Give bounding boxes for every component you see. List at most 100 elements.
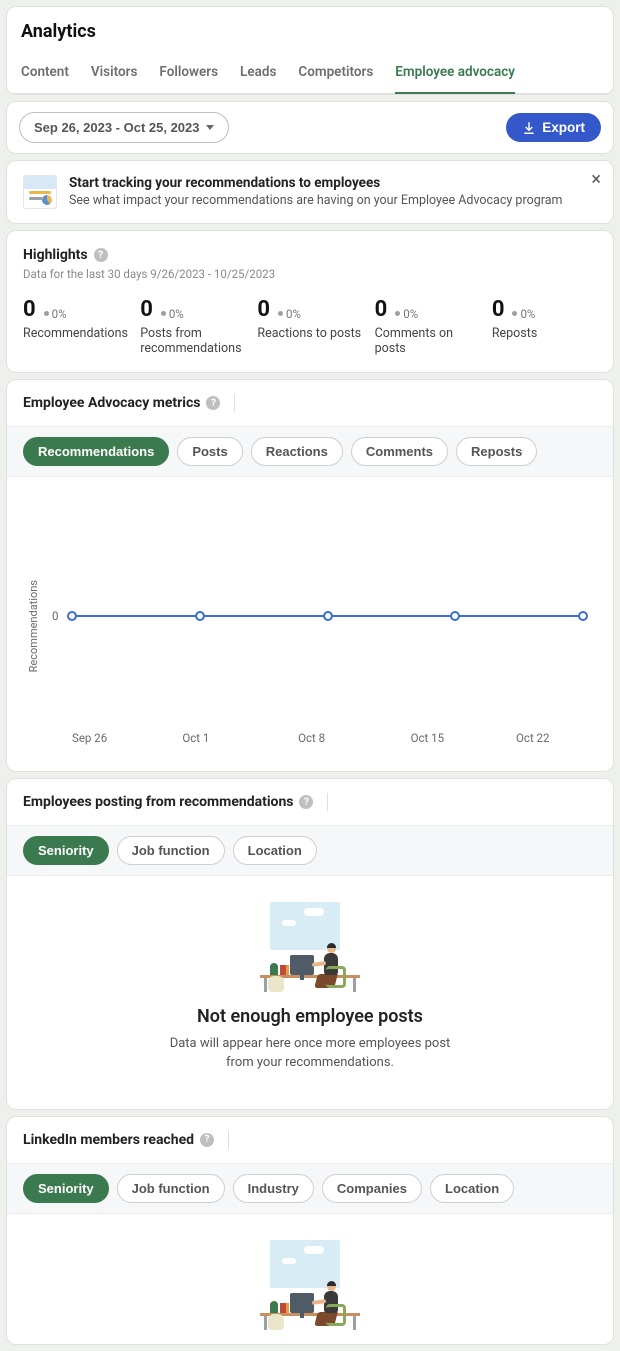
separator	[228, 1131, 229, 1149]
metric-pill-recommendations[interactable]: Recommendations	[23, 437, 169, 466]
metric-value: 0	[375, 297, 388, 322]
employees-pill-row: Seniority Job function Location	[7, 825, 613, 876]
metric-value: 0	[492, 297, 505, 322]
metric-pill-reactions[interactable]: Reactions	[251, 437, 343, 466]
separator	[327, 793, 328, 811]
highlights-title: Highlights	[23, 247, 88, 263]
person-at-desk-illustration	[260, 902, 360, 992]
metric: 0 0% Reactions to posts	[257, 297, 362, 356]
metric-delta: 0%	[512, 307, 535, 321]
metric-delta: 0%	[44, 307, 67, 321]
toolbar: Sep 26, 2023 - Oct 25, 2023 Export	[6, 101, 614, 154]
tab-leads[interactable]: Leads	[240, 54, 276, 94]
close-icon[interactable]: ×	[591, 171, 601, 189]
date-range-label: Sep 26, 2023 - Oct 25, 2023	[34, 120, 200, 135]
employees-pill-location[interactable]: Location	[233, 836, 317, 865]
tab-competitors[interactable]: Competitors	[298, 54, 373, 94]
tab-visitors[interactable]: Visitors	[91, 54, 138, 94]
reach-pill-location[interactable]: Location	[430, 1174, 514, 1203]
metric-label: Posts from recommendations	[140, 326, 245, 356]
tab-employee-advocacy[interactable]: Employee advocacy	[395, 54, 515, 94]
reach-pill-seniority[interactable]: Seniority	[23, 1174, 109, 1203]
reach-pill-companies[interactable]: Companies	[322, 1174, 422, 1203]
data-point	[195, 611, 205, 621]
person-at-desk-illustration	[260, 1240, 360, 1330]
download-icon	[522, 121, 536, 135]
reach-pill-row: Seniority Job function Industry Companies Lo…	[7, 1163, 613, 1214]
metric: 0 0% Comments on posts	[375, 297, 480, 356]
metric-label: Reactions to posts	[257, 326, 362, 341]
x-tick-label: Oct 22	[516, 731, 549, 745]
metric-pill-reposts[interactable]: Reposts	[456, 437, 537, 466]
delta-dot-icon	[161, 311, 166, 316]
page-title: Analytics	[21, 21, 599, 42]
empty-state: Not enough employee posts Data will appe…	[7, 876, 613, 1109]
delta-dot-icon	[278, 311, 283, 316]
highlights-card: Highlights ? Data for the last 30 days 9…	[6, 230, 614, 373]
metric-delta: 0%	[395, 307, 418, 321]
x-tick-label: Sep 26	[72, 731, 107, 745]
metric: 0 0% Recommendations	[23, 297, 128, 356]
export-label: Export	[542, 120, 585, 135]
metric: 0 0% Reposts	[492, 297, 597, 356]
chart-area: Recommendations 0 Sep 26Oct 1Oct 8Oct 15…	[7, 477, 613, 771]
banner-text: Start tracking your recommendations to e…	[69, 175, 562, 208]
help-icon[interactable]: ?	[206, 396, 220, 410]
metric-pill-posts[interactable]: Posts	[177, 437, 242, 466]
help-icon[interactable]: ?	[200, 1133, 214, 1147]
metric-value: 0	[257, 297, 270, 322]
reach-pill-industry[interactable]: Industry	[233, 1174, 314, 1203]
help-icon[interactable]: ?	[94, 248, 108, 262]
tracking-banner: Start tracking your recommendations to e…	[6, 160, 614, 224]
y-tick-0: 0	[52, 609, 58, 623]
banner-title: Start tracking your recommendations to e…	[69, 175, 562, 191]
members-reached-card: LinkedIn members reached ? Seniority Job …	[6, 1116, 614, 1345]
metric-value: 0	[140, 297, 153, 322]
employees-posting-card: Employees posting from recommendations ?…	[6, 778, 614, 1110]
empty-state-title: Not enough employee posts	[47, 1006, 573, 1027]
metric-delta: 0%	[278, 307, 301, 321]
analytics-header: Analytics ContentVisitorsFollowersLeadsC…	[6, 6, 614, 95]
data-point	[67, 611, 77, 621]
metric-pill-comments[interactable]: Comments	[351, 437, 448, 466]
tabs: Content Visitors Followers Leads Competitors…	[7, 54, 613, 94]
x-tick-label: Oct 1	[182, 731, 209, 745]
x-axis-labels: Sep 26Oct 1Oct 8Oct 15Oct 22	[72, 731, 583, 745]
highlights-date-note: Data for the last 30 days 9/26/2023 - 10…	[23, 267, 597, 281]
members-reached-title: LinkedIn members reached	[23, 1132, 194, 1148]
data-point	[578, 611, 588, 621]
y-axis-label: Recommendations	[27, 580, 40, 672]
tab-followers[interactable]: Followers	[159, 54, 218, 94]
delta-dot-icon	[512, 311, 517, 316]
data-point	[323, 611, 333, 621]
chevron-down-icon	[206, 125, 214, 130]
line-chart: 0 Sep 26Oct 1Oct 8Oct 15Oct 22	[46, 501, 593, 751]
metric: 0 0% Posts from recommendations	[140, 297, 245, 356]
x-tick-label: Oct 15	[411, 731, 444, 745]
data-point	[450, 611, 460, 621]
metric-label: Comments on posts	[375, 326, 480, 356]
report-icon	[23, 175, 57, 209]
reach-pill-job-function[interactable]: Job function	[117, 1174, 225, 1203]
metric-value: 0	[23, 297, 36, 322]
advocacy-metrics-card: Employee Advocacy metrics ? Recommendati…	[6, 379, 614, 772]
separator	[234, 394, 235, 412]
employees-pill-seniority[interactable]: Seniority	[23, 836, 109, 865]
delta-dot-icon	[395, 311, 400, 316]
date-range-button[interactable]: Sep 26, 2023 - Oct 25, 2023	[19, 112, 229, 143]
empty-state-subtitle: Data will appear here once more employee…	[160, 1035, 460, 1073]
tab-content[interactable]: Content	[21, 54, 69, 94]
metrics-row: 0 0% Recommendations 0 0% Posts from recommen…	[23, 297, 597, 356]
metric-delta: 0%	[161, 307, 184, 321]
advocacy-metrics-title: Employee Advocacy metrics	[23, 395, 200, 411]
export-button[interactable]: Export	[506, 113, 601, 142]
delta-dot-icon	[44, 311, 49, 316]
banner-subtitle: See what impact your recommendations are…	[69, 193, 562, 208]
employees-pill-job-function[interactable]: Job function	[117, 836, 225, 865]
employees-posting-title: Employees posting from recommendations	[23, 794, 293, 810]
metric-label: Reposts	[492, 326, 597, 341]
help-icon[interactable]: ?	[299, 795, 313, 809]
empty-state	[7, 1214, 613, 1330]
metric-label: Recommendations	[23, 326, 128, 341]
metrics-pill-row: Recommendations Posts Reactions Comments Rep…	[7, 426, 613, 477]
